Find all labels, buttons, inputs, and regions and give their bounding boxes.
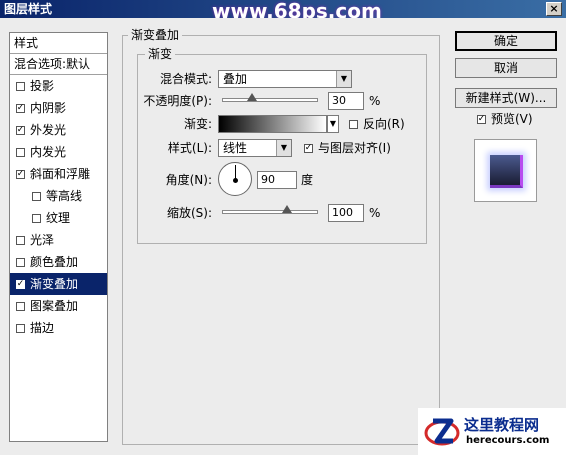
style-item[interactable]: 描边 [10, 317, 107, 339]
align-label: 与图层对齐(I) [318, 141, 391, 155]
style-item[interactable]: 内发光 [10, 141, 107, 163]
style-item-checkbox[interactable] [16, 147, 25, 157]
preview-checkbox[interactable]: ✓ 预览(V) [477, 110, 533, 128]
ok-button[interactable]: 确定 [455, 31, 557, 51]
reverse-checkbox-box[interactable] [349, 119, 358, 129]
gradient-style-select[interactable]: 线性 ▼ [218, 139, 292, 157]
chevron-down-icon: ▼ [276, 140, 291, 156]
style-item-checkbox[interactable] [16, 235, 25, 245]
gradient-swatch[interactable] [218, 115, 327, 133]
blend-mode-label: 混合模式: [159, 72, 212, 86]
style-item-checkbox[interactable] [16, 323, 25, 333]
style-item[interactable]: 颜色叠加 [10, 251, 107, 273]
opacity-slider[interactable] [222, 93, 318, 102]
opacity-label: 不透明度(P): [143, 94, 212, 108]
blend-mode-value: 叠加 [223, 72, 248, 86]
preview-checkbox-box[interactable]: ✓ [477, 114, 486, 124]
scale-unit: % [369, 206, 381, 220]
style-item-label: 纹理 [46, 211, 71, 225]
style-item-checkbox[interactable] [16, 257, 25, 267]
new-style-button[interactable]: 新建样式(W)... [455, 88, 557, 108]
style-item-label: 内阴影 [30, 101, 67, 115]
scale-input[interactable]: 100 [328, 204, 364, 222]
gradient-style-value: 线性 [223, 141, 248, 155]
style-item[interactable]: 纹理 [10, 207, 107, 229]
style-item[interactable]: ✓ 内阴影 [10, 97, 107, 119]
brand-name-cn: 这里教程网 [464, 416, 540, 434]
style-item-label: 内发光 [30, 145, 67, 159]
style-item[interactable]: ✓ 外发光 [10, 119, 107, 141]
style-item-checkbox[interactable]: ✓ [16, 279, 25, 289]
angle-unit: 度 [301, 173, 314, 187]
align-checkbox-box[interactable]: ✓ [304, 143, 313, 153]
scale-label: 缩放(S): [166, 206, 212, 220]
style-item-label: 投影 [30, 79, 55, 93]
angle-dial[interactable] [218, 162, 252, 196]
preview-label: 预览(V) [491, 112, 533, 126]
layer-style-dialog: 样式 混合选项:默认 投影 ✓ 内阴影 ✓ 外发光内发光 ✓ 斜面和浮雕等高线纹理光泽颜色叠… [0, 18, 566, 455]
style-item[interactable]: 光泽 [10, 229, 107, 251]
style-item[interactable]: 投影 [10, 75, 107, 97]
styles-header[interactable]: 样式 [10, 33, 107, 54]
style-item-checkbox[interactable] [32, 191, 41, 201]
style-item-label: 外发光 [30, 123, 67, 137]
gradient-group-title: 渐变 [145, 47, 176, 61]
close-icon[interactable]: × [546, 2, 562, 16]
style-item-label: 斜面和浮雕 [30, 167, 91, 181]
style-item-checkbox[interactable]: ✓ [16, 169, 25, 179]
scale-slider-thumb[interactable] [282, 205, 292, 213]
cancel-button[interactable]: 取消 [455, 58, 557, 78]
opacity-unit: % [369, 94, 381, 108]
style-label: 样式(L): [167, 141, 212, 155]
style-item-label: 光泽 [30, 233, 55, 247]
chevron-down-icon: ▼ [336, 71, 351, 87]
opacity-slider-thumb[interactable] [246, 93, 257, 101]
angle-input[interactable]: 90 [257, 171, 297, 189]
window-title: 图层样式 [4, 2, 53, 16]
style-item-label: 渐变叠加 [30, 277, 79, 291]
style-item-label: 描边 [30, 321, 55, 335]
style-item-label: 颜色叠加 [30, 255, 79, 269]
style-item-checkbox[interactable]: ✓ [16, 125, 25, 135]
brand-name-en: herecours.com [466, 435, 550, 446]
chevron-down-icon[interactable]: ▼ [327, 115, 339, 133]
title-bar: 图层样式 www.68ps.com × [0, 0, 566, 21]
brand-logo-icon [424, 418, 460, 446]
align-with-layer-checkbox[interactable]: ✓ 与图层对齐(I) [304, 139, 391, 157]
reverse-label: 反向(R) [363, 117, 405, 131]
gradient-overlay-title: 渐变叠加 [128, 28, 183, 42]
style-item[interactable]: ✓ 渐变叠加 [10, 273, 107, 295]
style-items: 投影 ✓ 内阴影 ✓ 外发光内发光 ✓ 斜面和浮雕等高线纹理光泽颜色叠加 ✓ 渐变叠加图案叠加描… [10, 75, 107, 339]
style-item[interactable]: 等高线 [10, 185, 107, 207]
reverse-checkbox[interactable]: 反向(R) [349, 115, 405, 133]
scale-slider[interactable] [222, 205, 318, 214]
gradient-label: 渐变: [183, 117, 212, 131]
style-item-label: 等高线 [46, 189, 83, 203]
angle-label: 角度(N): [165, 173, 212, 187]
style-preview [474, 139, 537, 202]
blend-mode-select[interactable]: 叠加 ▼ [218, 70, 352, 88]
style-item-checkbox[interactable] [32, 213, 41, 223]
style-item[interactable]: ✓ 斜面和浮雕 [10, 163, 107, 185]
preview-swatch [490, 155, 523, 188]
style-item-checkbox[interactable] [16, 81, 25, 91]
brand-watermark: 这里教程网 herecours.com [418, 408, 566, 455]
blend-options-item[interactable]: 混合选项:默认 [10, 54, 107, 75]
angle-pivot [233, 178, 238, 183]
style-item[interactable]: 图案叠加 [10, 295, 107, 317]
style-item-checkbox[interactable] [16, 301, 25, 311]
style-item-label: 图案叠加 [30, 299, 79, 313]
style-item-checkbox[interactable]: ✓ [16, 103, 25, 113]
opacity-input[interactable]: 30 [328, 92, 364, 110]
styles-list: 样式 混合选项:默认 投影 ✓ 内阴影 ✓ 外发光内发光 ✓ 斜面和浮雕等高线纹理光泽颜色叠… [9, 32, 108, 442]
